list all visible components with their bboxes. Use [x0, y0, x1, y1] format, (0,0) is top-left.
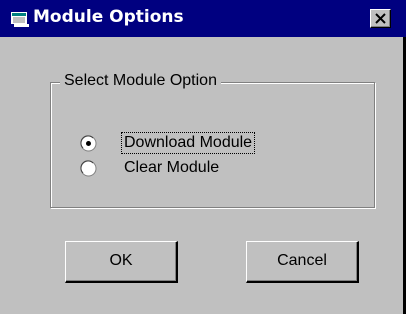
application-icon	[11, 11, 29, 27]
title-bar[interactable]: Module Options	[0, 0, 406, 37]
ok-button[interactable]: OK	[65, 241, 178, 283]
window-title: Module Options	[33, 7, 184, 27]
radio-selected-icon	[80, 135, 97, 152]
group-label: Select Module Option	[60, 72, 221, 90]
close-icon	[375, 13, 386, 24]
download-module-label: Download Module	[120, 132, 256, 154]
clear-module-label: Clear Module	[124, 159, 220, 176]
cancel-button[interactable]: Cancel	[246, 241, 359, 283]
radio-unselected-icon	[80, 160, 97, 177]
close-button[interactable]	[370, 9, 391, 28]
module-options-dialog: Module Options Select Module Option Down…	[0, 0, 406, 314]
